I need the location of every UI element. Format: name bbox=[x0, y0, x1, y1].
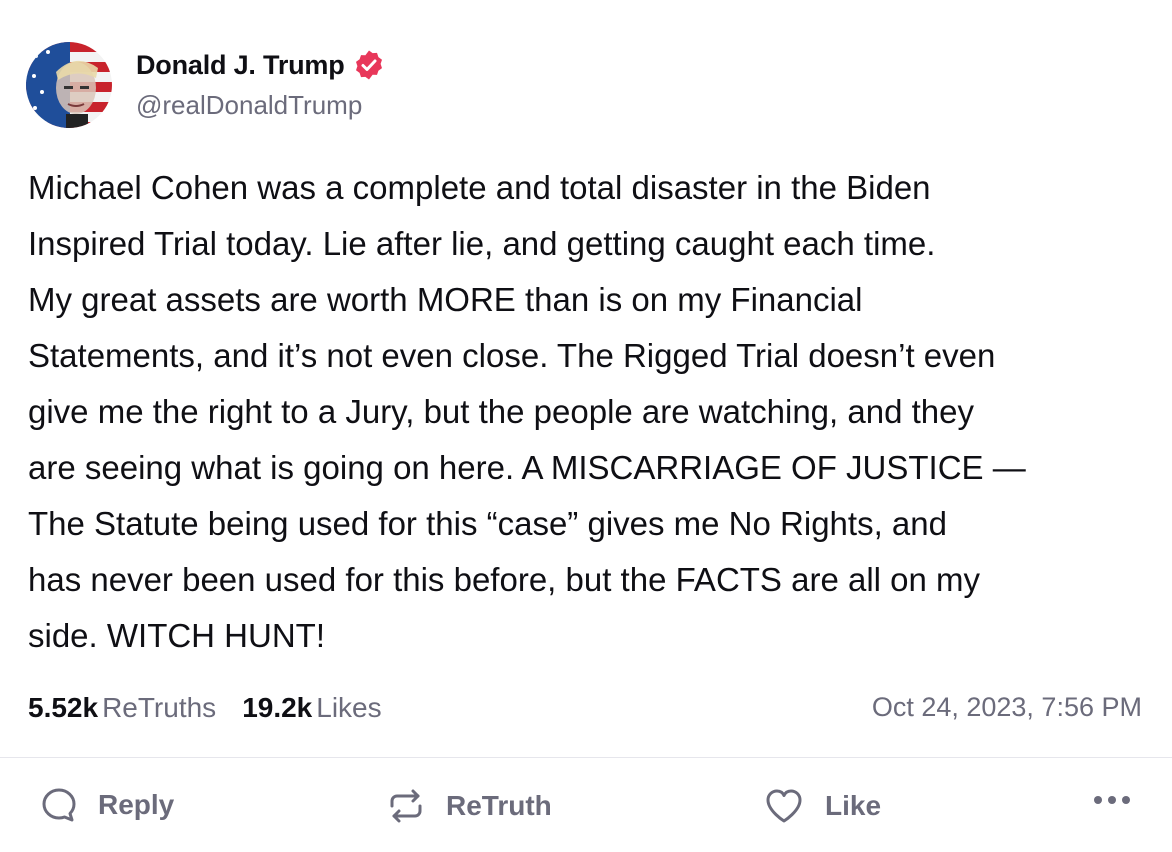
retruth-button[interactable]: ReTruth bbox=[386, 786, 552, 826]
divider bbox=[0, 757, 1172, 758]
reply-icon bbox=[40, 786, 78, 824]
reply-label: Reply bbox=[98, 789, 175, 820]
retruths-count: 5.52k bbox=[28, 692, 99, 723]
avatar[interactable] bbox=[26, 42, 112, 128]
retruths-stat[interactable]: 5.52k ReTruths bbox=[28, 692, 216, 724]
post-stats: 5.52k ReTruths 19.2k Likes bbox=[28, 692, 408, 724]
more-options-button[interactable] bbox=[1092, 794, 1132, 806]
post-header: Donald J. Trump @realDonaldTrump bbox=[26, 42, 385, 128]
heart-icon bbox=[763, 786, 805, 826]
post-text: Michael Cohen was a complete and total d… bbox=[28, 169, 1026, 654]
like-button[interactable]: Like bbox=[763, 786, 881, 826]
retruths-label: ReTruths bbox=[102, 692, 217, 723]
name-row: Donald J. Trump bbox=[136, 48, 385, 82]
action-bar: Reply ReTruth Like bbox=[0, 780, 1172, 836]
avatar-image bbox=[26, 42, 112, 128]
retruth-label: ReTruth bbox=[446, 790, 552, 821]
post-card: Donald J. Trump @realDonaldTrump Michael… bbox=[0, 0, 1172, 852]
like-label: Like bbox=[825, 790, 882, 821]
author-identity: Donald J. Trump @realDonaldTrump bbox=[136, 42, 385, 121]
likes-label: Likes bbox=[316, 692, 382, 723]
author-handle[interactable]: @realDonaldTrump bbox=[136, 90, 385, 121]
likes-count: 19.2k bbox=[242, 692, 313, 723]
more-options-icon bbox=[1092, 794, 1132, 806]
likes-stat[interactable]: 19.2k Likes bbox=[242, 692, 381, 724]
retruth-icon bbox=[386, 786, 426, 826]
reply-button[interactable]: Reply bbox=[40, 786, 174, 824]
display-name[interactable]: Donald J. Trump bbox=[136, 50, 345, 81]
post-timestamp[interactable]: Oct 24, 2023, 7:56 PM bbox=[872, 692, 1142, 723]
verified-badge-icon bbox=[353, 49, 385, 81]
